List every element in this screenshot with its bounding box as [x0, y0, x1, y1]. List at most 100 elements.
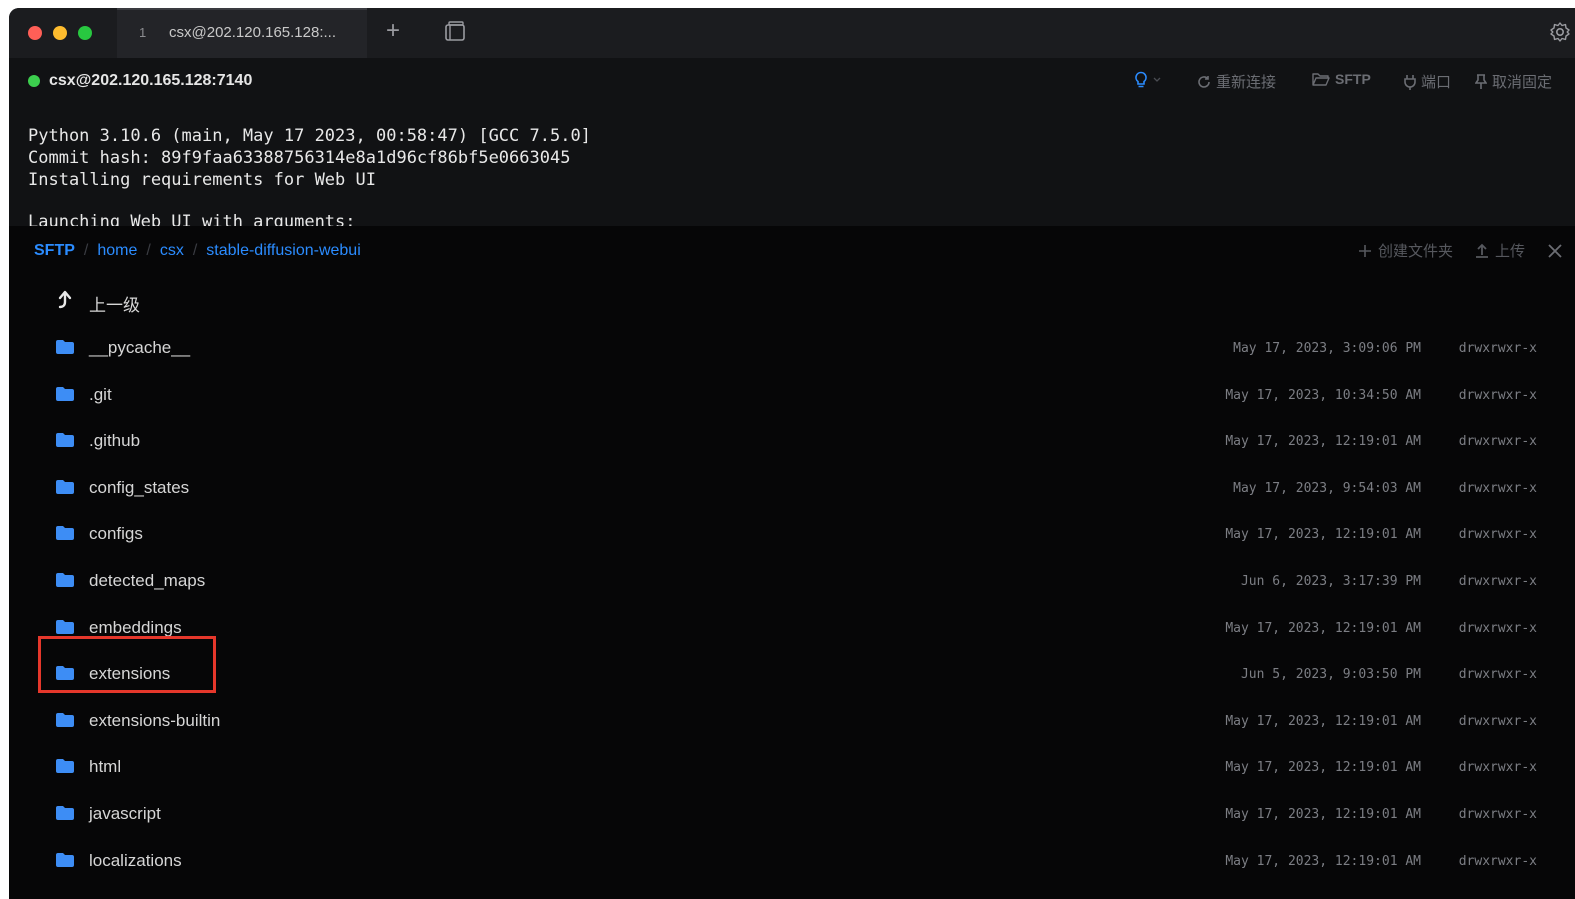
- lightbulb-icon: [1135, 71, 1147, 88]
- breadcrumb-root[interactable]: SFTP: [34, 242, 75, 259]
- breadcrumb-separator: /: [192, 242, 198, 259]
- file-permissions: drwxrwxr-x: [1458, 527, 1537, 543]
- unpin-label: 取消固定: [1492, 74, 1553, 91]
- new-folder-button[interactable]: 创建文件夹: [1358, 240, 1453, 261]
- parent-directory-row[interactable]: 上一级: [9, 279, 1575, 325]
- file-permissions: drwxrwxr-x: [1458, 760, 1537, 776]
- file-row[interactable]: extensions-builtin May 17, 2023, 12:19:01…: [9, 699, 1575, 745]
- ports-label: 端口: [1421, 74, 1452, 91]
- connection-status-indicator: [28, 75, 40, 87]
- sftp-label: SFTP: [1335, 71, 1371, 87]
- folder-icon: [55, 386, 75, 402]
- reconnect-label: 重新连接: [1216, 74, 1277, 91]
- file-modified-date: May 17, 2023, 12:19:01 AM: [1225, 527, 1421, 543]
- file-modified-date: May 17, 2023, 12:19:01 AM: [1225, 760, 1421, 776]
- new-tab-button[interactable]: +: [386, 18, 400, 44]
- close-sftp-button[interactable]: [1547, 243, 1563, 259]
- file-modified-date: May 17, 2023, 10:34:50 AM: [1225, 387, 1421, 403]
- file-row[interactable]: .github May 17, 2023, 12:19:01 AM drwxrwxr…: [9, 419, 1575, 465]
- sftp-actions: 创建文件夹 上传: [1358, 240, 1563, 261]
- pin-icon: [1475, 73, 1487, 89]
- file-row[interactable]: .git May 17, 2023, 10:34:50 AM drwxrwxr-x: [9, 373, 1575, 419]
- breadcrumb-separator: /: [83, 242, 89, 259]
- terminal-line: Launching Web UI with arguments:: [28, 212, 356, 226]
- file-permissions: drwxrwxr-x: [1458, 713, 1537, 729]
- file-name: extensions-builtin: [89, 710, 221, 730]
- windows-icon[interactable]: [444, 21, 466, 43]
- file-row[interactable]: extensions Jun 5, 2023, 9:03:50 PM drwxrwx…: [9, 652, 1575, 698]
- file-permissions: drwxrwxr-x: [1458, 667, 1537, 683]
- file-permissions: drwxrwxr-x: [1458, 387, 1537, 403]
- file-row[interactable]: localizations May 17, 2023, 12:19:01 AM dr…: [9, 839, 1575, 885]
- upload-label: 上传: [1494, 243, 1525, 260]
- terminal-window: 1 csx@202.120.165.128:... + csx@202.120.…: [9, 8, 1575, 899]
- file-modified-date: Jun 6, 2023, 3:17:39 PM: [1240, 574, 1421, 589]
- terminal-line: Installing requirements for Web UI: [28, 170, 376, 190]
- minimize-window-button[interactable]: [53, 26, 67, 40]
- file-permissions: drwxrwxr-x: [1458, 620, 1537, 636]
- terminal-output[interactable]: Python 3.10.6 (main, May 17 2023, 00:58:…: [9, 106, 1575, 226]
- file-permissions: drwxrwxr-x: [1458, 480, 1537, 496]
- terminal-line: Python 3.10.6 (main, May 17 2023, 00:58:…: [28, 126, 591, 146]
- file-name: configs: [89, 524, 143, 544]
- close-window-button[interactable]: [28, 26, 42, 40]
- plug-icon: [1404, 74, 1416, 90]
- folder-icon: [55, 572, 75, 588]
- file-name: detected_maps: [89, 571, 206, 590]
- file-name: config_states: [89, 477, 190, 497]
- breadcrumb-home[interactable]: home: [97, 242, 137, 259]
- breadcrumb-separator: /: [146, 242, 151, 259]
- file-row[interactable]: embeddings May 17, 2023, 12:19:01 AM drwxr…: [9, 606, 1575, 652]
- folder-icon: [55, 852, 75, 868]
- file-modified-date: May 17, 2023, 12:19:01 AM: [1225, 807, 1421, 822]
- arrow-up-icon: [58, 290, 72, 309]
- upload-button[interactable]: 上传: [1475, 240, 1525, 261]
- file-modified-date: Jun 5, 2023, 9:03:50 PM: [1240, 667, 1421, 683]
- sftp-button[interactable]: SFTP: [1312, 71, 1371, 87]
- folder-open-icon: [1312, 73, 1330, 86]
- folder-icon: [55, 712, 75, 728]
- file-name: __pycache__: [89, 338, 191, 357]
- title-bar: 1 csx@202.120.165.128:... +: [9, 8, 1575, 58]
- unpin-button[interactable]: 取消固定: [1475, 71, 1552, 92]
- plus-icon: [1358, 244, 1371, 257]
- breadcrumb: SFTP / home / csx / stable-diffusion-webui: [34, 242, 361, 260]
- highlight-box: [38, 636, 216, 693]
- file-modified-date: May 17, 2023, 12:19:01 AM: [1225, 713, 1421, 729]
- file-permissions: drwxrwxr-x: [1458, 434, 1537, 450]
- upload-icon: [1475, 243, 1488, 258]
- breadcrumb-csx[interactable]: csx: [160, 242, 184, 259]
- file-modified-date: May 17, 2023, 12:19:01 AM: [1225, 853, 1421, 869]
- breadcrumb-current[interactable]: stable-diffusion-webui: [206, 242, 360, 259]
- file-name: localizations: [89, 850, 182, 870]
- file-row[interactable]: config_states May 17, 2023, 9:54:03 AM drw…: [9, 466, 1575, 512]
- file-row[interactable]: configs May 17, 2023, 12:19:01 AM drwxrwxr…: [9, 512, 1575, 558]
- file-permissions: drwxrwxr-x: [1458, 853, 1537, 869]
- folder-icon: [55, 805, 75, 821]
- file-permissions: drwxrwxr-x: [1458, 807, 1537, 822]
- folder-icon: [55, 525, 75, 541]
- file-row[interactable]: __pycache__ May 17, 2023, 3:09:06 PM drwxr…: [9, 326, 1575, 372]
- refresh-icon: [1198, 75, 1210, 88]
- ports-button[interactable]: 端口: [1404, 71, 1451, 92]
- file-name: .git: [89, 384, 112, 404]
- file-row[interactable]: html May 17, 2023, 12:19:01 AM drwxrwxr-x: [9, 745, 1575, 791]
- session-title: csx@202.120.165.128:7140: [49, 72, 253, 89]
- session-tab[interactable]: 1 csx@202.120.165.128:...: [117, 8, 367, 58]
- reconnect-button[interactable]: 重新连接: [1197, 71, 1276, 92]
- session-bar: csx@202.120.165.128:7140 重新连接 SFTP 端口 取消…: [9, 58, 1575, 106]
- folder-icon: [55, 479, 75, 495]
- file-modified-date: May 17, 2023, 12:19:01 AM: [1225, 434, 1421, 450]
- sftp-panel: SFTP / home / csx / stable-diffusion-webui 创建文…: [9, 226, 1575, 899]
- maximize-window-button[interactable]: [78, 26, 92, 40]
- file-permissions: drwxrwxr-x: [1458, 574, 1537, 589]
- file-name: .github: [89, 431, 141, 451]
- file-name: html: [89, 757, 122, 777]
- settings-gear-icon[interactable]: [1549, 21, 1571, 43]
- hint-dropdown-button[interactable]: [1134, 71, 1161, 89]
- terminal-line: Commit hash: 89f9faa63388756314e8a1d96cf…: [28, 148, 571, 168]
- file-name: javascript: [89, 804, 161, 823]
- file-row[interactable]: detected_maps Jun 6, 2023, 3:17:39 PM drwx…: [9, 559, 1575, 605]
- file-row[interactable]: javascript May 17, 2023, 12:19:01 AM drwxr…: [9, 792, 1575, 838]
- close-icon: [1548, 243, 1562, 258]
